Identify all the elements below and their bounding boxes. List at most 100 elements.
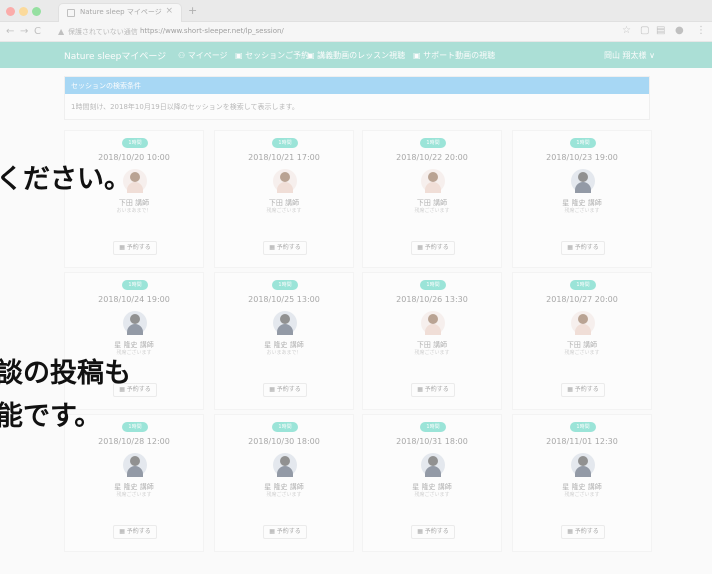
reserve-button[interactable]: ▦ 予約する [113, 241, 157, 255]
page-favicon-icon [67, 9, 75, 17]
session-datetime: 2018/10/28 12:00 [98, 437, 170, 446]
reserve-button-label: 予約する [574, 528, 599, 535]
teacher-message: 残席ございます [266, 492, 302, 498]
teacher-message: おいまあまで！ [116, 208, 152, 214]
reserve-button[interactable]: ▦ 予約する [561, 525, 605, 539]
session-datetime: 2018/10/27 20:00 [546, 295, 618, 304]
calendar-icon: ▦ [269, 528, 277, 535]
panel-title: セッションの検索条件 [65, 77, 649, 94]
calendar-icon: ▦ [417, 244, 425, 251]
duration-badge: 1時間 [122, 138, 148, 148]
session-card: 1時間 2018/10/25 13:00 星 隆史 講師 おいまあまで！ ▦ 予約する [214, 272, 354, 410]
extension-icon[interactable]: ▢ [640, 25, 649, 36]
url-text: https://www.short-sleeper.net/lp_session… [140, 27, 284, 35]
calendar-icon: ▦ [567, 244, 575, 251]
session-datetime: 2018/10/21 17:00 [248, 153, 320, 162]
video-icon: ▣ [307, 51, 318, 60]
calendar-icon: ▦ [269, 386, 277, 393]
duration-badge: 1時間 [420, 138, 446, 148]
browser-tab[interactable]: Nature sleep マイページ × [58, 3, 182, 22]
calendar-icon: ▦ [269, 244, 277, 251]
reserve-button[interactable]: ▦ 予約する [263, 383, 307, 397]
reload-icon[interactable]: C [34, 26, 41, 37]
extension-icon[interactable]: ▤ [656, 25, 665, 36]
teacher-avatar [273, 169, 297, 193]
session-datetime: 2018/10/23 19:00 [546, 153, 618, 162]
nav-item-support-videos[interactable]: ▣ サポート動画の視聴 [413, 50, 495, 61]
reserve-button[interactable]: ▦ 予約する [113, 525, 157, 539]
reserve-button[interactable]: ▦ 予約する [561, 241, 605, 255]
teacher-avatar [571, 169, 595, 193]
reserve-button-label: 予約する [126, 528, 151, 535]
reserve-button-label: 予約する [126, 244, 151, 251]
teacher-avatar [123, 311, 147, 335]
teacher-message: 残席ございます [116, 350, 152, 356]
nav-item-mypage[interactable]: ⚇ マイページ [178, 50, 228, 61]
reserve-button[interactable]: ▦ 予約する [263, 241, 307, 255]
duration-badge: 1時間 [570, 138, 596, 148]
nav-item-label: マイページ [187, 51, 228, 60]
session-datetime: 2018/10/25 13:00 [248, 295, 320, 304]
session-card: 1時間 2018/10/22 20:00 下田 講師 残席ございます ▦ 予約する [362, 130, 502, 268]
minimize-window-icon[interactable] [19, 7, 28, 16]
presentation-slide: Nature sleep マイページ × + ← → C ▲ 保護されていない通… [0, 0, 712, 574]
session-datetime: 2018/10/20 10:00 [98, 153, 170, 162]
calendar-icon: ▦ [119, 244, 127, 251]
address-bar: ← → C ▲ 保護されていない通信 https://www.short-sle… [0, 22, 712, 42]
nav-item-session-reservation[interactable]: ▣ セッションご予約 [235, 50, 309, 61]
teacher-avatar [571, 311, 595, 335]
reserve-button-label: 予約する [424, 386, 449, 393]
reserve-button[interactable]: ▦ 予約する [411, 241, 455, 255]
duration-badge: 1時間 [122, 280, 148, 290]
user-icon: ⚇ [178, 51, 188, 60]
security-label: 保護されていない通信 [68, 28, 138, 36]
reserve-button[interactable]: ▦ 予約する [411, 525, 455, 539]
teacher-message: 残席ございます [266, 208, 302, 214]
session-datetime: 2018/11/01 12:30 [546, 437, 618, 446]
teacher-message: 残席ございます [564, 492, 600, 498]
user-menu[interactable]: 岡山 翔太様 ∨ [604, 50, 655, 61]
reserve-button-label: 予約する [424, 244, 449, 251]
calendar-icon: ▦ [417, 386, 425, 393]
session-datetime: 2018/10/30 18:00 [248, 437, 320, 446]
profile-icon[interactable]: ● [675, 25, 684, 36]
teacher-message: おいまあまで！ [266, 350, 302, 356]
calendar-icon: ▦ [567, 528, 575, 535]
new-tab-icon[interactable]: + [188, 4, 197, 17]
session-card: 1時間 2018/10/30 18:00 星 隆史 講師 残席ございます ▦ 予約する [214, 414, 354, 552]
session-datetime: 2018/10/31 18:00 [396, 437, 468, 446]
calendar-icon: ▦ [417, 528, 425, 535]
forward-icon[interactable]: → [20, 26, 28, 37]
browser-window: Nature sleep マイページ × + ← → C ▲ 保護されていない通… [0, 0, 712, 574]
zoom-window-icon[interactable] [32, 7, 41, 16]
reserve-button-label: 予約する [574, 386, 599, 393]
url-field[interactable]: ▲ 保護されていない通信 https://www.short-sleeper.n… [56, 25, 604, 39]
reserve-button[interactable]: ▦ 予約する [561, 383, 605, 397]
reserve-button-label: 予約する [276, 528, 301, 535]
teacher-avatar [421, 311, 445, 335]
reserve-button[interactable]: ▦ 予約する [411, 383, 455, 397]
tab-close-icon[interactable]: × [165, 6, 173, 16]
duration-badge: 1時間 [570, 422, 596, 432]
close-window-icon[interactable] [6, 7, 15, 16]
reserve-button[interactable]: ▦ 予約する [263, 525, 307, 539]
reserve-button-label: 予約する [574, 244, 599, 251]
reserve-button-label: 予約する [276, 386, 301, 393]
nav-item-lecture-videos[interactable]: ▣ 講義動画のレッスン視聴 [307, 50, 405, 61]
menu-dots-icon[interactable]: ⋮ [696, 25, 706, 36]
duration-badge: 1時間 [272, 138, 298, 148]
session-card: 1時間 2018/10/26 13:30 下田 講師 残席ございます ▦ 予約する [362, 272, 502, 410]
session-card: 1時間 2018/10/28 12:00 星 隆史 講師 残席ございます ▦ 予約する [64, 414, 204, 552]
bookmark-star-icon[interactable]: ☆ [622, 25, 631, 36]
overlay-caption-line-2: 談の投稿も [0, 358, 131, 389]
back-icon[interactable]: ← [6, 26, 14, 37]
teacher-message: 残席ございます [564, 350, 600, 356]
teacher-avatar [273, 311, 297, 335]
overlay-caption-line-3: 能です。 [0, 401, 102, 432]
teacher-avatar [421, 453, 445, 477]
overlay-caption-line-1: ください。 [0, 164, 131, 195]
nav-item-label: サポート動画の視聴 [423, 51, 496, 60]
site-brand[interactable]: Nature sleepマイページ [64, 49, 166, 62]
tab-bar: Nature sleep マイページ × + [0, 0, 712, 22]
session-datetime: 2018/10/22 20:00 [396, 153, 468, 162]
